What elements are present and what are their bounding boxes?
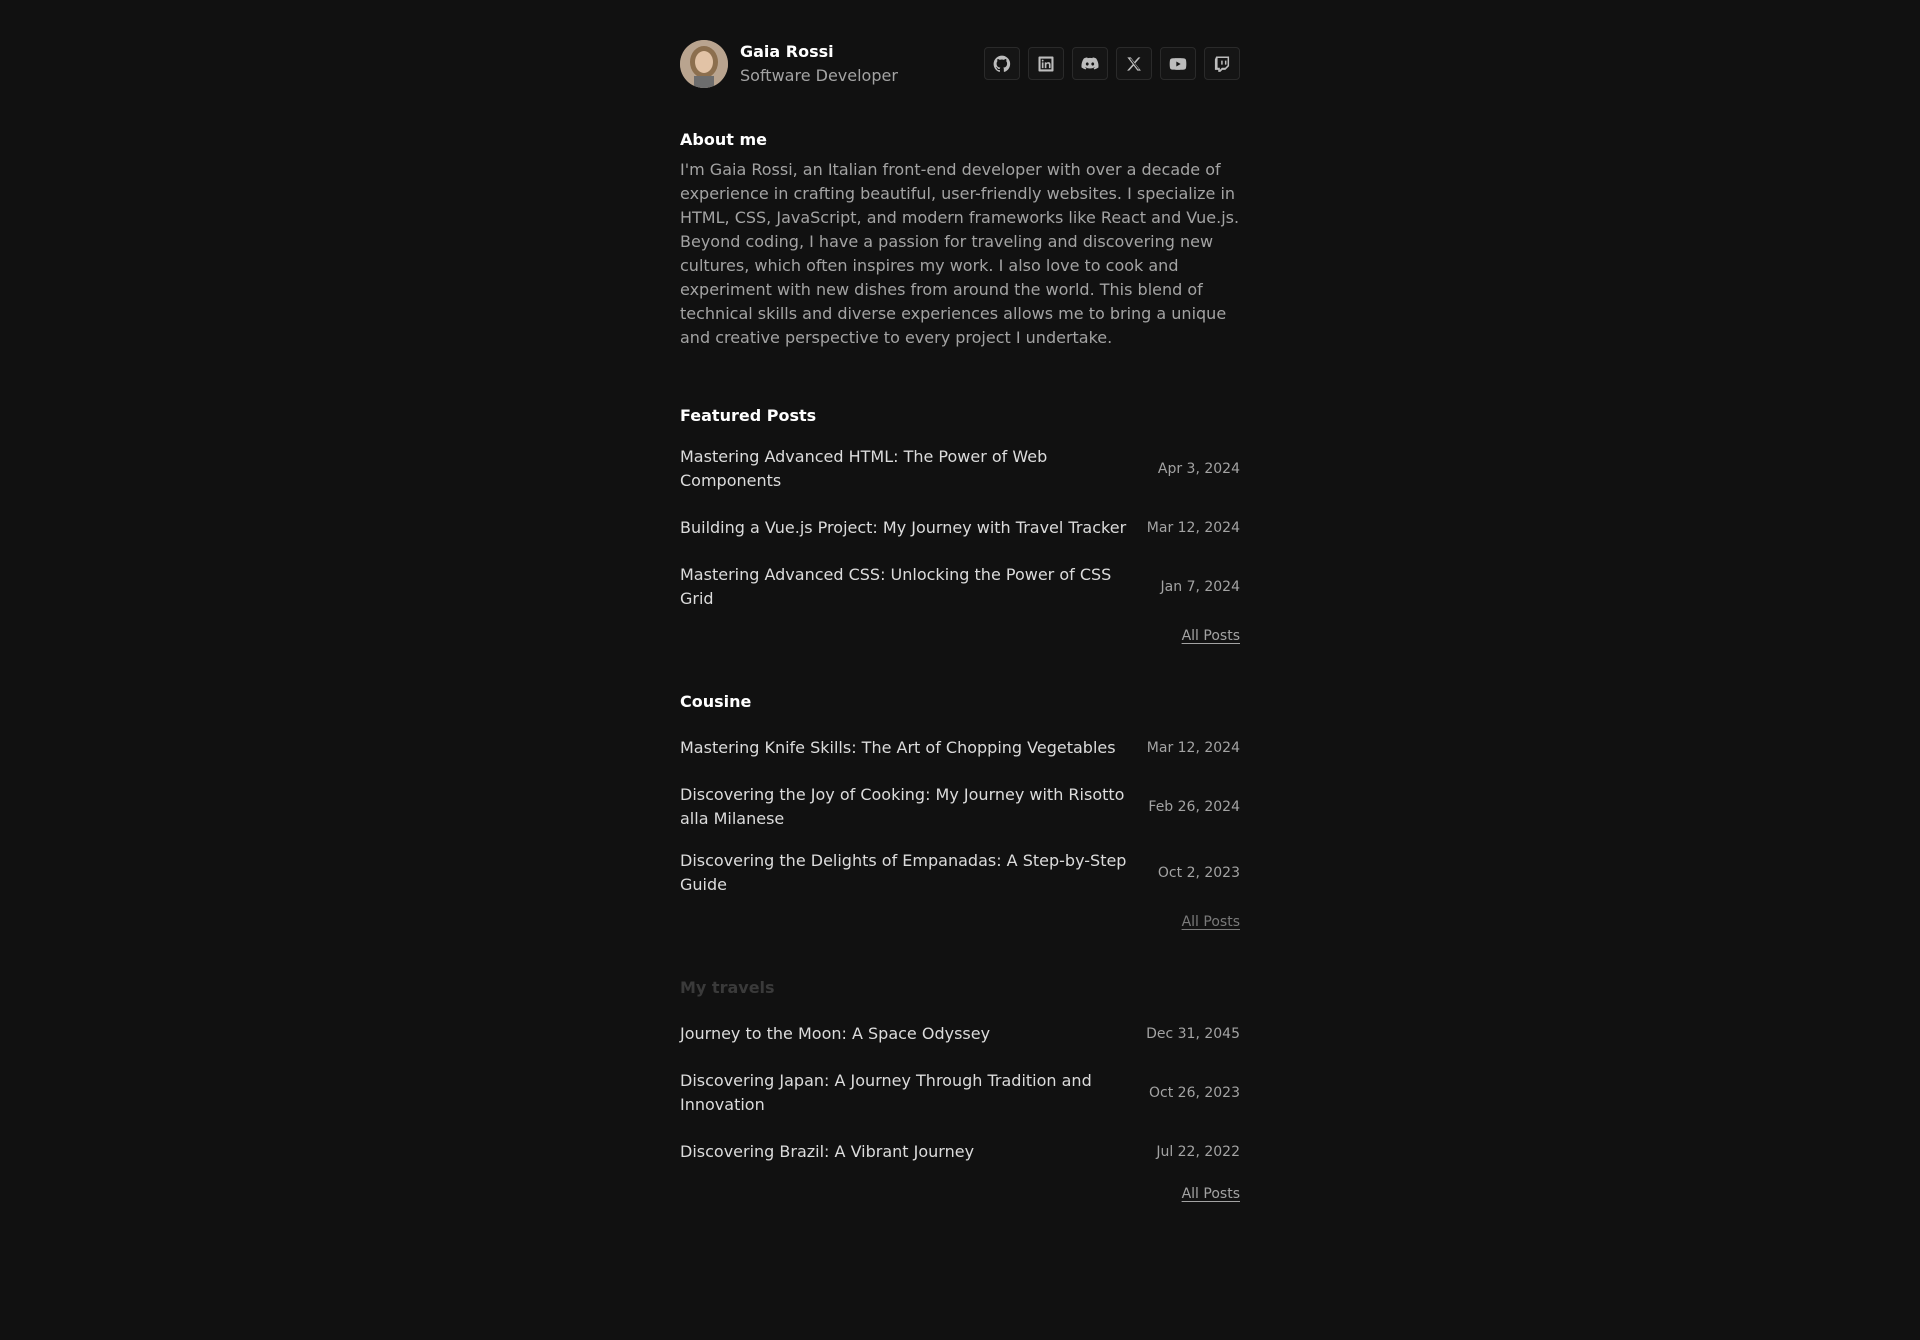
- featured-posts-section: Featured Posts Mastering Advanced HTML: …: [680, 404, 1240, 644]
- post-date: Mar 12, 2024: [1146, 740, 1240, 756]
- post-title[interactable]: Mastering Advanced HTML: The Power of We…: [680, 445, 1140, 493]
- profile-role: Software Developer: [740, 66, 898, 85]
- all-posts-link[interactable]: All Posts: [680, 914, 1240, 930]
- post-title[interactable]: Discovering Japan: A Journey Through Tra…: [680, 1069, 1140, 1117]
- post-date: Oct 2, 2023: [1157, 865, 1240, 881]
- profile-header: Gaia Rossi Software Developer: [680, 0, 1240, 128]
- linkedin-link[interactable]: [1028, 47, 1064, 80]
- post-item[interactable]: Mastering Advanced HTML: The Power of We…: [680, 438, 1240, 500]
- featured-posts-title: Featured Posts: [680, 406, 817, 425]
- about-section: About me I'm Gaia Rossi, an Italian fron…: [680, 128, 1240, 350]
- travels-section: My travels Journey to the Moon: A Space …: [680, 976, 1240, 1202]
- post-date: Dec 31, 2045: [1146, 1026, 1240, 1042]
- discord-icon: [1081, 56, 1099, 69]
- post-title[interactable]: Journey to the Moon: A Space Odyssey: [680, 1022, 1140, 1046]
- post-date: Jan 7, 2024: [1160, 579, 1240, 595]
- travels-title: My travels: [680, 978, 775, 997]
- post-title[interactable]: Discovering the Joy of Cooking: My Journ…: [680, 783, 1140, 831]
- post-date: Feb 26, 2024: [1148, 799, 1240, 815]
- github-link[interactable]: [984, 47, 1020, 80]
- all-posts-label[interactable]: All Posts: [1182, 628, 1240, 644]
- post-title[interactable]: Mastering Advanced CSS: Unlocking the Po…: [680, 563, 1140, 611]
- post-date: Oct 26, 2023: [1149, 1085, 1240, 1101]
- all-posts-link[interactable]: All Posts: [680, 1186, 1240, 1202]
- discord-link[interactable]: [1072, 47, 1108, 80]
- all-posts-label[interactable]: All Posts: [1182, 914, 1240, 930]
- github-icon: [993, 55, 1011, 72]
- post-item[interactable]: Journey to the Moon: A Space Odyssey Dec…: [680, 1010, 1240, 1058]
- post-title[interactable]: Discovering the Delights of Empanadas: A…: [680, 849, 1140, 897]
- cousine-section: Cousine Mastering Knife Skills: The Art …: [680, 690, 1240, 930]
- about-text: I'm Gaia Rossi, an Italian front-end dev…: [680, 160, 1240, 347]
- youtube-link[interactable]: [1160, 47, 1196, 80]
- post-date: Apr 3, 2024: [1157, 461, 1240, 477]
- social-links: [984, 47, 1240, 80]
- avatar: [680, 40, 728, 88]
- x-icon: [1127, 56, 1141, 71]
- post-date: Mar 12, 2024: [1146, 520, 1240, 536]
- twitch-link[interactable]: [1204, 47, 1240, 80]
- post-date: Jul 22, 2022: [1156, 1144, 1240, 1160]
- youtube-icon: [1169, 57, 1187, 70]
- post-item[interactable]: Mastering Knife Skills: The Art of Chopp…: [680, 724, 1240, 772]
- post-title[interactable]: Building a Vue.js Project: My Journey wi…: [680, 516, 1140, 540]
- profile-name: Gaia Rossi: [740, 42, 834, 61]
- all-posts-link[interactable]: All Posts: [680, 628, 1240, 644]
- post-item[interactable]: Discovering the Joy of Cooking: My Journ…: [680, 776, 1240, 838]
- post-item[interactable]: Discovering Brazil: A Vibrant Journey Ju…: [680, 1128, 1240, 1176]
- post-title[interactable]: Discovering Brazil: A Vibrant Journey: [680, 1140, 1140, 1164]
- twitch-icon: [1214, 56, 1230, 72]
- avatar-image: [680, 40, 728, 88]
- page: Gaia Rossi Software Developer About me I…: [680, 0, 1240, 1202]
- all-posts-label[interactable]: All Posts: [1182, 1186, 1240, 1202]
- cousine-title: Cousine: [680, 692, 752, 711]
- x-link[interactable]: [1116, 47, 1152, 80]
- linkedin-icon: [1038, 56, 1054, 71]
- post-item[interactable]: Discovering the Delights of Empanadas: A…: [680, 842, 1240, 904]
- post-item[interactable]: Mastering Advanced CSS: Unlocking the Po…: [680, 556, 1240, 618]
- about-title: About me: [680, 130, 767, 149]
- post-item[interactable]: Discovering Japan: A Journey Through Tra…: [680, 1062, 1240, 1124]
- post-title[interactable]: Mastering Knife Skills: The Art of Chopp…: [680, 736, 1140, 760]
- post-item[interactable]: Building a Vue.js Project: My Journey wi…: [680, 504, 1240, 552]
